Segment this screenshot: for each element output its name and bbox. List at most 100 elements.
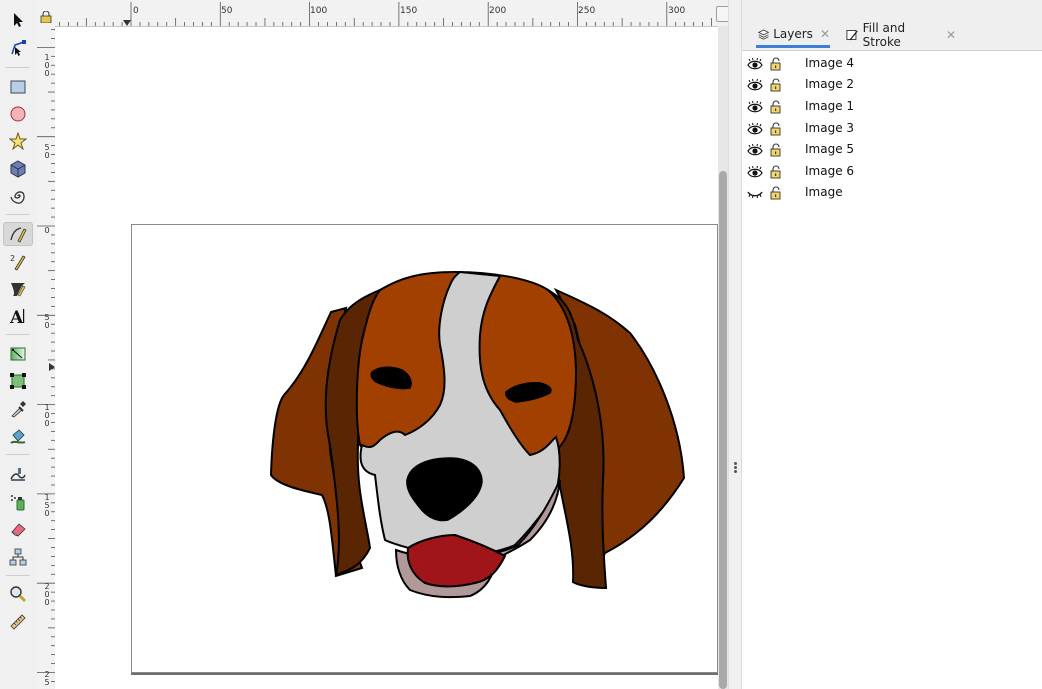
tab-label: Layers — [773, 26, 813, 41]
spray-icon — [11, 495, 25, 511]
drag-handle-icon[interactable] — [734, 462, 737, 474]
toolbox: 2 A — [0, 0, 38, 689]
node-tool[interactable] — [3, 36, 33, 60]
ruler-label: 0 — [133, 6, 139, 16]
ruler-label: 150 — [400, 6, 418, 16]
layer-name[interactable]: Image 2 — [805, 77, 854, 91]
layers-list: Image 4 Image 2 Image 1 Image 3 Image 5 Image… — [742, 52, 1042, 203]
circle-icon — [10, 106, 26, 122]
svg-text:2: 2 — [10, 254, 15, 263]
layers-icon — [758, 29, 770, 40]
layer-row[interactable]: Image 2 — [742, 74, 1042, 96]
ruler-label: 1 0 0 — [44, 403, 50, 428]
ruler-label: 50 — [221, 6, 233, 16]
unlocked-icon[interactable] — [769, 77, 783, 92]
eye-open-icon[interactable] — [747, 99, 763, 113]
rectangle-tool[interactable] — [3, 75, 33, 99]
svg-text:A: A — [9, 308, 24, 325]
vertical-scrollbar[interactable] — [718, 26, 728, 689]
calligraphy-icon — [11, 283, 26, 297]
ruler-label: 1 5 0 — [44, 493, 50, 518]
eraser-icon — [11, 523, 26, 537]
scrollbar-thumb[interactable] — [719, 171, 727, 689]
eye-open-icon[interactable] — [747, 164, 763, 178]
layer-row[interactable]: Image 3 — [742, 117, 1042, 139]
ruler-pointer-icon — [123, 20, 131, 26]
bucket-icon — [10, 429, 26, 444]
ruler-label: 5 0 — [44, 313, 50, 330]
gradient-tool[interactable] — [3, 342, 33, 366]
layer-name[interactable]: Image 4 — [805, 56, 854, 70]
tweak-tool[interactable] — [3, 462, 33, 486]
eye-open-icon[interactable] — [747, 121, 763, 135]
ruler-label: 300 — [668, 6, 686, 16]
layer-row[interactable]: Image 4 — [742, 52, 1042, 74]
mesh-tool[interactable] — [3, 369, 33, 393]
eye-closed-icon[interactable] — [747, 185, 763, 199]
selector-tool[interactable] — [3, 8, 33, 32]
dock-splitter[interactable] — [728, 0, 742, 689]
node-icon — [11, 40, 26, 56]
unlocked-icon[interactable] — [769, 56, 783, 71]
connector-icon — [9, 548, 27, 566]
tab-layers[interactable]: Layers ✕ — [756, 22, 830, 48]
bezier-tool[interactable] — [3, 222, 33, 246]
unlocked-icon[interactable] — [769, 99, 783, 114]
pencil-tool[interactable]: 2 — [3, 250, 33, 274]
horizontal-ruler[interactable]: 0 50 100 150 200 250 300 — [37, 0, 718, 27]
zoom-tool[interactable] — [3, 582, 33, 606]
box-icon — [10, 160, 26, 178]
close-icon[interactable]: ✕ — [946, 28, 956, 42]
zoom-icon — [10, 586, 27, 603]
text-tool[interactable]: A — [3, 304, 33, 328]
layer-name[interactable]: Image 1 — [805, 99, 854, 113]
eye-open-icon[interactable] — [747, 77, 763, 91]
pen-icon — [10, 227, 27, 243]
layer-name[interactable]: Image 5 — [805, 142, 854, 156]
ruler-label: 2 0 0 — [44, 582, 50, 607]
spiral-tool[interactable] — [3, 184, 33, 208]
measure-tool[interactable] — [3, 610, 33, 634]
layer-row[interactable]: Image 5 — [742, 138, 1042, 160]
layer-name[interactable]: Image — [805, 185, 843, 199]
unlocked-icon[interactable] — [769, 185, 783, 200]
fill-stroke-icon — [846, 30, 858, 41]
ellipse-tool[interactable] — [3, 102, 33, 126]
eraser-tool[interactable] — [3, 517, 33, 541]
dock-tabbar: Layers ✕ Fill and Stroke ✕ — [742, 0, 1042, 51]
star-icon — [9, 132, 27, 150]
3d-box-tool[interactable] — [3, 157, 33, 181]
connector-tool[interactable] — [3, 545, 33, 569]
gradient-icon — [10, 347, 26, 361]
beagle-drawing[interactable] — [55, 27, 718, 689]
dropper-tool[interactable] — [3, 397, 33, 421]
paint-bucket-tool[interactable] — [3, 424, 33, 448]
unlocked-icon[interactable] — [769, 121, 783, 136]
layer-row[interactable]: Image 1 — [742, 95, 1042, 117]
ruler-label: 100 — [310, 6, 328, 16]
close-icon[interactable]: ✕ — [820, 27, 830, 41]
layer-name[interactable]: Image 3 — [805, 121, 854, 135]
layer-row[interactable]: Image 6 — [742, 160, 1042, 182]
ruler-label: 200 — [489, 6, 507, 16]
eye-open-icon[interactable] — [747, 142, 763, 156]
unlocked-icon[interactable] — [769, 164, 783, 179]
eye-open-icon[interactable] — [747, 56, 763, 70]
ruler-label: 0 — [44, 226, 50, 235]
ruler-label: 5 0 — [44, 143, 50, 160]
unlocked-icon[interactable] — [769, 142, 783, 157]
spray-tool[interactable] — [3, 490, 33, 514]
layer-row[interactable]: Image — [742, 182, 1042, 204]
text-icon: A — [9, 308, 25, 325]
canvas[interactable] — [55, 27, 718, 689]
ruler-label: 250 — [578, 6, 596, 16]
tweak-icon — [10, 468, 26, 481]
rectangle-icon — [10, 80, 26, 94]
ruler-label: 2 5 — [44, 670, 50, 687]
star-tool[interactable] — [3, 129, 33, 153]
calligraphy-tool[interactable] — [3, 277, 33, 301]
tab-fill-and-stroke[interactable]: Fill and Stroke ✕ — [846, 21, 956, 49]
layer-name[interactable]: Image 6 — [805, 164, 854, 178]
vertical-ruler[interactable]: 1 0 0 5 0 0 5 0 1 0 0 1 5 0 2 0 0 2 5 — [37, 26, 56, 689]
ruler-label: 1 0 0 — [44, 53, 50, 78]
